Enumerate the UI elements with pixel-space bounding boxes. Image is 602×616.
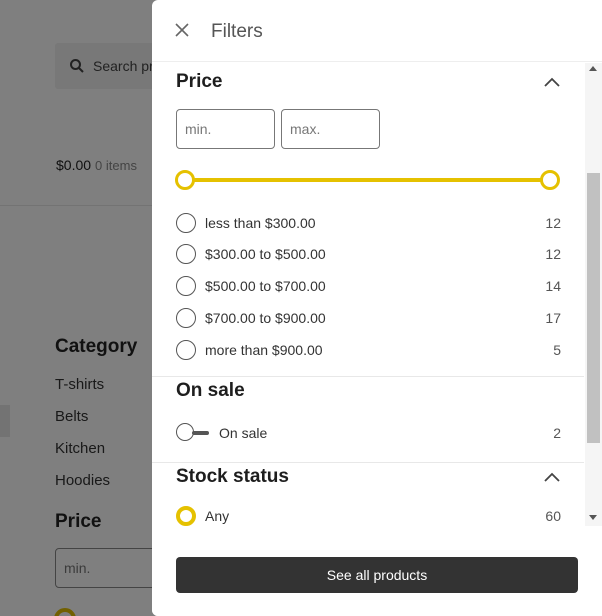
on-sale-label: On sale [219, 425, 268, 441]
drawer-header: Filters [152, 0, 602, 62]
stock-option-label: Any [205, 508, 230, 524]
radio-button[interactable] [176, 276, 196, 296]
price-option-count: 12 [545, 246, 561, 262]
on-sale-section-title: On sale [176, 380, 245, 401]
chevron-up-icon [544, 472, 560, 482]
price-slider-min-handle[interactable] [175, 170, 195, 190]
price-option-label: $500.00 to $700.00 [205, 278, 326, 294]
radio-button[interactable] [176, 308, 196, 328]
price-option[interactable]: $700.00 to $900.00 17 [176, 306, 561, 330]
price-option-label: less than $300.00 [205, 215, 316, 231]
stock-status-filter-section: Stock status Any 60 [152, 463, 584, 540]
price-option[interactable]: $300.00 to $500.00 12 [176, 242, 561, 266]
price-option-count: 14 [545, 278, 561, 294]
price-filter-section: Price less than $300.00 12 $300.00 to $5… [152, 63, 584, 377]
on-sale-toggle[interactable] [176, 423, 210, 443]
price-option-count: 12 [545, 215, 561, 231]
price-option-label: $300.00 to $500.00 [205, 246, 326, 262]
stock-collapse-toggle[interactable] [542, 470, 562, 484]
on-sale-toggle-row[interactable]: On sale 2 [176, 421, 561, 445]
price-range-slider[interactable] [185, 178, 551, 182]
scroll-up-icon[interactable] [589, 66, 597, 71]
price-min-input[interactable] [176, 109, 275, 149]
price-max-input[interactable] [281, 109, 380, 149]
close-button[interactable] [172, 20, 192, 40]
drawer-footer: See all products [152, 540, 602, 616]
toggle-bar [192, 431, 209, 435]
filters-scroll-area[interactable]: Price less than $300.00 12 $300.00 to $5… [152, 63, 584, 540]
stock-section-title: Stock status [176, 466, 289, 487]
price-section-title: Price [176, 71, 223, 92]
price-option[interactable]: more than $900.00 5 [176, 338, 561, 362]
filters-drawer: Filters Price less than $300.00 12 $300.… [152, 0, 602, 616]
radio-button-selected[interactable] [176, 506, 196, 526]
price-collapse-toggle[interactable] [542, 75, 562, 89]
scroll-down-icon[interactable] [589, 515, 597, 520]
stock-option-count: 60 [545, 508, 561, 524]
price-option-label: more than $900.00 [205, 342, 323, 358]
scrollbar-thumb[interactable] [587, 173, 600, 443]
radio-button[interactable] [176, 340, 196, 360]
price-option-count: 5 [553, 342, 561, 358]
close-icon [175, 23, 189, 37]
price-option-label: $700.00 to $900.00 [205, 310, 326, 326]
stock-option[interactable]: Any 60 [176, 504, 561, 528]
on-sale-filter-section: On sale On sale 2 [152, 377, 584, 463]
chevron-up-icon [544, 77, 560, 87]
on-sale-count: 2 [553, 425, 561, 441]
price-option-count: 17 [545, 310, 561, 326]
see-all-products-button[interactable]: See all products [176, 557, 578, 593]
price-option[interactable]: less than $300.00 12 [176, 211, 561, 235]
vertical-scrollbar[interactable] [585, 63, 602, 526]
price-option[interactable]: $500.00 to $700.00 14 [176, 274, 561, 298]
drawer-title: Filters [211, 21, 263, 42]
radio-button[interactable] [176, 213, 196, 233]
radio-button[interactable] [176, 244, 196, 264]
price-slider-max-handle[interactable] [540, 170, 560, 190]
